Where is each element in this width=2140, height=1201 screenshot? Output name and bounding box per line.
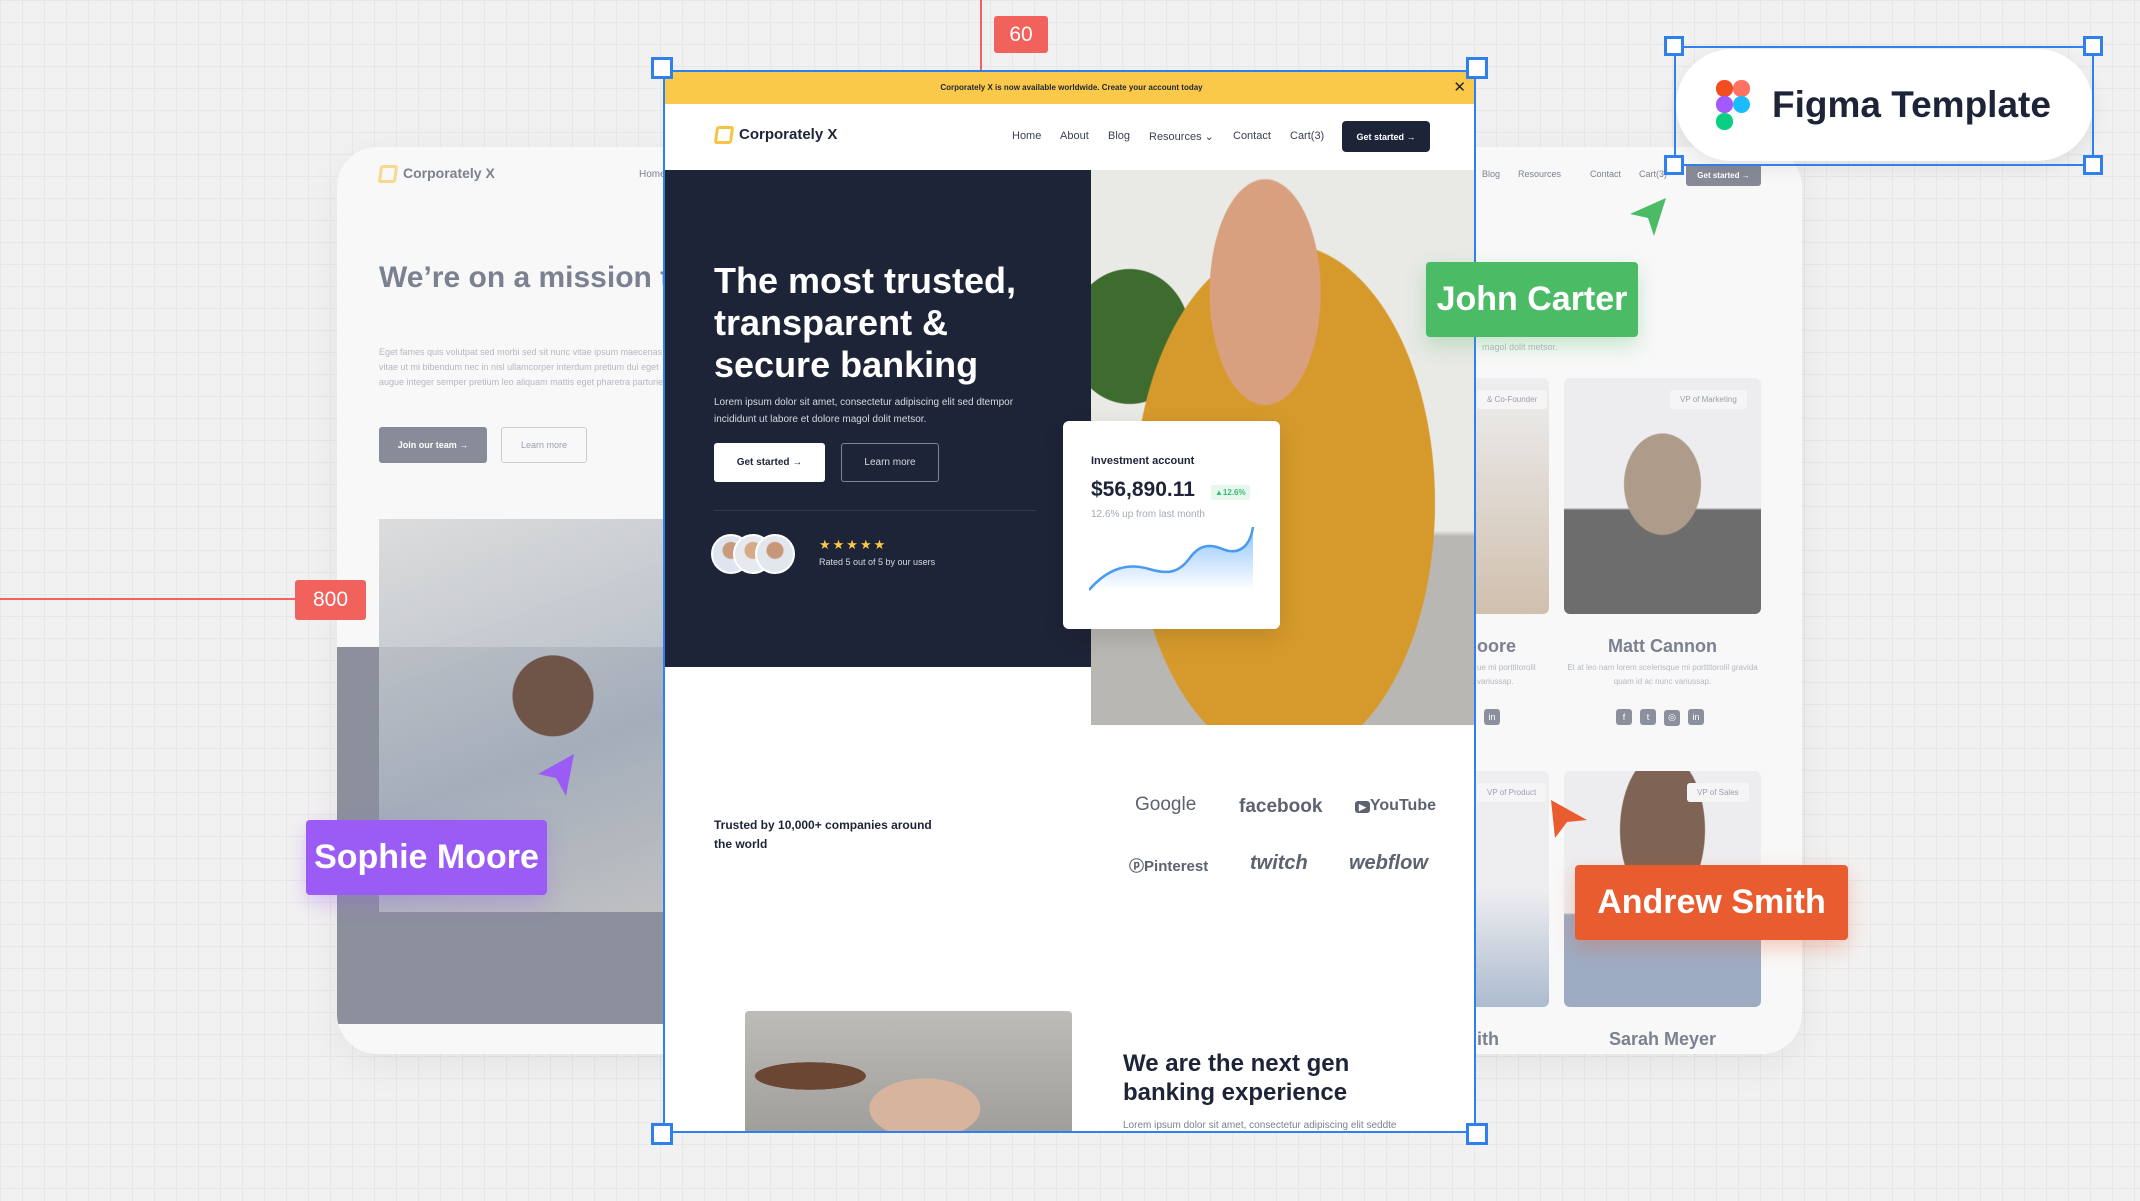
team-role-badge: VP of Marketing <box>1670 390 1747 409</box>
team-role-badge: VP of Product <box>1477 783 1547 802</box>
announcement-banner: Corporately X is now available worldwide… <box>665 72 1474 104</box>
team-member-name: oore <box>1477 636 1517 656</box>
nav-contact[interactable]: Contact <box>1233 130 1271 142</box>
team-role-badge: VP of Sales <box>1687 783 1749 802</box>
social-links: in <box>1480 707 1504 725</box>
back-heading: We’re on a mission to empower investors <box>379 261 679 294</box>
back-nav-blog: Blog <box>1482 169 1501 179</box>
team-card-photo <box>1564 378 1761 614</box>
back-nav-home: Home <box>639 169 666 180</box>
investment-subtext: 12.6% up from last month <box>1091 509 1205 520</box>
resize-handle[interactable] <box>2083 36 2103 56</box>
section-title: We are the next gen banking experience <box>1123 1050 1350 1106</box>
team-member-desc: ue mi porttitorolil variussap. <box>1477 663 1536 686</box>
back-paragraph: Eget fames quis volutpat sed morbi sed s… <box>379 347 674 387</box>
change-badge: ▲12.6% <box>1211 485 1250 500</box>
google-logo: Google <box>1135 794 1197 815</box>
measure-label-left: 800 <box>295 580 366 620</box>
twitter-icon[interactable]: t <box>1640 709 1656 725</box>
cursor-label-andrew-smith: Andrew Smith <box>1575 865 1848 940</box>
hero-text: Lorem ipsum dolor sit amet, consectetur … <box>714 397 1014 425</box>
hero-get-started-button[interactable]: Get started → <box>714 443 825 482</box>
avatar <box>755 534 795 574</box>
team-member-name: ith <box>1477 1029 1499 1049</box>
nav-get-started-button[interactable]: Get started → <box>1342 121 1430 152</box>
section-photo <box>745 1011 1072 1131</box>
join-team-button[interactable]: Join our team → <box>379 427 487 463</box>
pill-selection-box <box>1674 46 2094 166</box>
youtube-logo: ▶ YouTube <box>1355 797 1436 815</box>
twitch-logo: twitch <box>1250 852 1308 874</box>
brand-logo[interactable]: Corporately X <box>713 126 837 145</box>
pinterest-logo: ⓟPinterest <box>1129 858 1209 875</box>
team-member-name: Sarah Meyer <box>1608 1029 1717 1049</box>
logo-icon <box>713 126 735 145</box>
back-nav-cart: Cart(3) <box>1639 169 1668 179</box>
cursor-arrow-green-icon <box>1630 198 1666 236</box>
close-icon[interactable]: ✕ <box>1453 78 1466 96</box>
investment-title: Investment account <box>1091 455 1195 467</box>
hero-learn-more-button[interactable]: Learn more <box>841 443 939 482</box>
user-avatars <box>711 534 795 574</box>
cursor-label-sophie-moore: Sophie Moore <box>306 820 547 895</box>
team-subtitle: magol dolit metsor. <box>1482 342 1558 352</box>
hero-panel: The most trusted, transparent & secure b… <box>665 170 1091 667</box>
selected-frame[interactable]: Corporately X is now available worldwide… <box>663 70 1476 1133</box>
resize-handle[interactable] <box>1664 36 1684 56</box>
pinterest-icon: ⓟ <box>1129 858 1145 875</box>
hero-title: The most trusted, transparent & secure b… <box>714 260 1017 385</box>
chevron-down-icon: ⌄ <box>1204 131 1214 143</box>
rating-stars-icon: ★★★★★ <box>819 537 888 552</box>
facebook-icon[interactable]: f <box>1616 709 1632 725</box>
sparkline-area <box>1089 527 1253 590</box>
nav-cart[interactable]: Cart(3) <box>1290 130 1324 142</box>
banner-text: Corporately X is now available worldwide… <box>940 83 1203 92</box>
nav-resources[interactable]: Resources ⌄ <box>1149 130 1214 143</box>
navbar: Corporately X Home About Blog Resources … <box>665 104 1474 170</box>
team-member-desc: Et at leo nam lorem scelerisque mi portt… <box>1567 663 1758 686</box>
investment-card: Investment account $56,890.11 ▲12.6% 12.… <box>1063 421 1280 629</box>
rating-text: Rated 5 out of 5 by our users <box>819 557 936 567</box>
measure-line-vertical <box>980 0 982 70</box>
instagram-icon[interactable]: ◎ <box>1664 709 1680 726</box>
logo-icon <box>377 165 399 184</box>
nav-blog[interactable]: Blog <box>1108 130 1130 142</box>
resize-handle-bottom-left[interactable] <box>651 1123 673 1145</box>
back-brand: Corporately X <box>377 165 495 184</box>
investment-amount: $56,890.11 <box>1091 478 1195 501</box>
social-links: f t ◎ in <box>1612 707 1708 726</box>
nav-home[interactable]: Home <box>1012 130 1041 142</box>
facebook-logo: facebook <box>1239 796 1323 817</box>
resize-handle[interactable] <box>1664 155 1684 175</box>
resize-handle-top-left[interactable] <box>651 57 673 79</box>
webflow-logo: webflow <box>1349 852 1428 874</box>
team-member-name: Matt Cannon <box>1608 636 1717 656</box>
resize-handle-top-right[interactable] <box>1466 57 1488 79</box>
youtube-play-icon: ▶ <box>1355 801 1370 813</box>
cursor-arrow-orange-icon <box>1551 800 1587 838</box>
back-get-started-button[interactable]: Get started → <box>1686 164 1761 186</box>
divider <box>714 510 1036 511</box>
measure-label-top: 60 <box>994 16 1048 53</box>
cursor-arrow-purple-icon <box>538 754 574 796</box>
resize-handle[interactable] <box>2083 155 2103 175</box>
cursor-label-john-carter: John Carter <box>1426 262 1638 337</box>
resize-handle-bottom-right[interactable] <box>1466 1123 1488 1145</box>
back-nav-contact: Contact <box>1590 169 1622 179</box>
linkedin-icon[interactable]: in <box>1484 709 1500 725</box>
nav-about[interactable]: About <box>1060 130 1089 142</box>
back-learn-more-button[interactable]: Learn more <box>501 427 587 463</box>
team-role-badge: & Co-Founder <box>1477 390 1548 409</box>
back-nav-resources: Resources <box>1518 169 1562 179</box>
investment-sparkline <box>1089 527 1255 591</box>
linkedin-icon[interactable]: in <box>1688 709 1704 725</box>
trusted-text: Trusted by 10,000+ companies around the … <box>714 818 932 851</box>
section-text: Lorem ipsum dolor sit amet, consectetur … <box>1123 1120 1397 1131</box>
